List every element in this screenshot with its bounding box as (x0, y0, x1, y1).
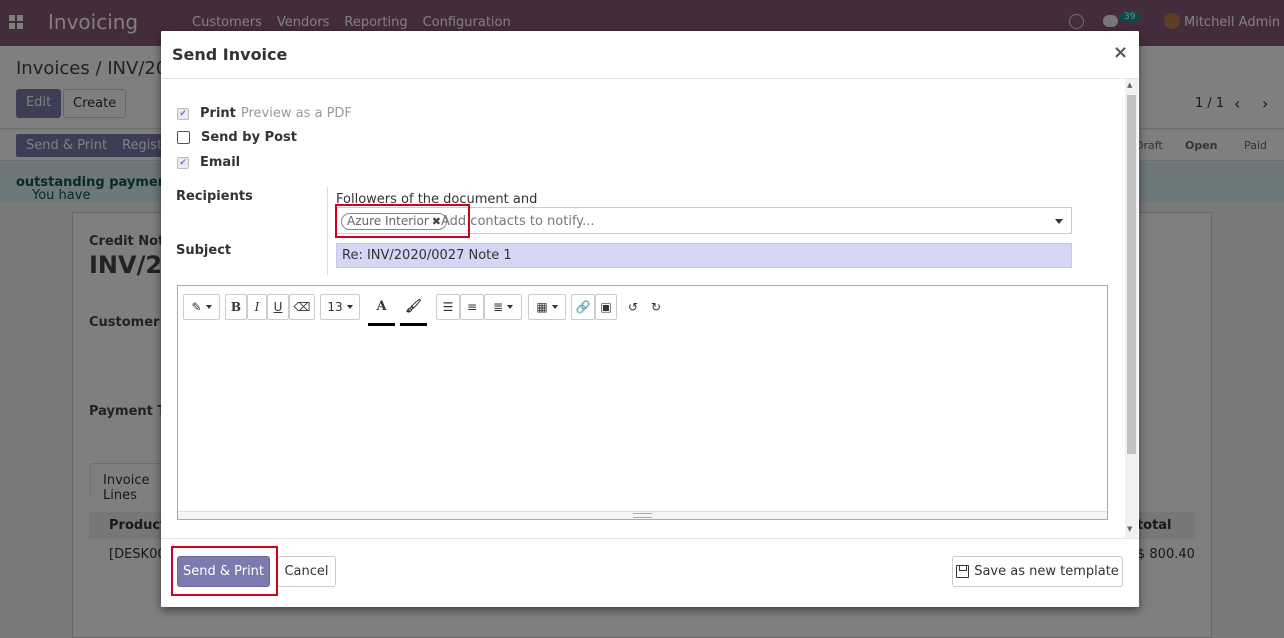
send-by-post-label: Send by Post (201, 130, 297, 145)
redo-icon: ↻ (650, 300, 662, 314)
print-help: Preview as a PDF (240, 106, 352, 121)
underline-button[interactable]: U (267, 294, 289, 320)
table-dropdown[interactable]: ▦ (528, 294, 566, 320)
dialog-body: ✔ Print Preview as a PDF Send by Post ✔ … (161, 79, 1139, 538)
align-left-icon: ≣ (492, 300, 504, 314)
print-option: ✔ Print Preview as a PDF (177, 106, 352, 121)
font-size-value: 13 (327, 300, 343, 314)
bold-button[interactable]: B (225, 294, 247, 320)
field-separator (327, 187, 328, 275)
scroll-up-icon[interactable]: ▲ (1127, 81, 1132, 89)
send-invoice-dialog: Send Invoice × ✔ Print Preview as a PDF … (161, 31, 1139, 607)
italic-icon: I (254, 300, 260, 314)
link-icon: 🔗 (575, 300, 591, 314)
recipients-label: Recipients (176, 189, 253, 204)
image-button[interactable]: ▣ (595, 294, 617, 320)
text-color-button[interactable]: A (368, 290, 395, 326)
recipient-tag-label: Azure Interior (347, 214, 429, 228)
email-option: ✔ Email (177, 155, 240, 170)
cancel-button[interactable]: Cancel (277, 556, 336, 587)
followers-text: Followers of the document and (336, 192, 538, 207)
unordered-list-icon: ☰ (442, 300, 454, 314)
link-button[interactable]: 🔗 (571, 294, 595, 320)
highlight-color-button[interactable]: 🖌 (400, 290, 427, 326)
undo-icon: ↺ (627, 300, 639, 314)
save-template-button[interactable]: Save as new template (952, 556, 1123, 587)
chevron-down-icon[interactable] (1055, 219, 1063, 224)
undo-button[interactable]: ↺ (622, 294, 644, 320)
email-label: Email (200, 155, 241, 170)
eraser-icon: ⌫ (293, 300, 311, 314)
paint-brush-icon: 🖌 (405, 299, 422, 314)
editor-toolbar: ✎ B I U ⌫ 13 A 🖌 ☰ ≡ ≣ ▦ 🔗 ▣ ↺ ↻ (178, 286, 1107, 326)
align-dropdown[interactable]: ≣ (484, 294, 522, 320)
print-label: Print (200, 106, 236, 121)
eraser-button[interactable]: ⌫ (289, 294, 315, 320)
editor-resize-handle[interactable] (178, 511, 1107, 519)
email-checkbox[interactable]: ✔ (177, 156, 189, 169)
bullet-list-button[interactable]: ☰ (436, 294, 460, 320)
floppy-disk-icon (956, 565, 970, 578)
underline-icon: U (273, 300, 283, 314)
send-by-post-option: Send by Post (177, 130, 297, 145)
table-icon: ▦ (536, 300, 548, 314)
text-color-icon: A (376, 299, 387, 314)
bold-icon: B (230, 300, 242, 314)
dialog-footer: Send & Print Cancel Save as new template (161, 538, 1139, 607)
remove-tag-icon[interactable]: ✖ (432, 214, 441, 229)
editor-content[interactable] (178, 330, 1107, 510)
style-dropdown[interactable]: ✎ (183, 294, 220, 320)
font-size-dropdown[interactable]: 13 (320, 294, 360, 320)
dialog-header: Send Invoice × (161, 31, 1139, 79)
subject-input[interactable] (336, 243, 1072, 268)
dialog-scrollbar-thumb[interactable] (1127, 95, 1136, 454)
redo-button[interactable]: ↻ (645, 294, 667, 320)
body-editor: ✎ B I U ⌫ 13 A 🖌 ☰ ≡ ≣ ▦ 🔗 ▣ ↺ ↻ (177, 285, 1108, 520)
close-icon[interactable]: × (1113, 42, 1128, 63)
italic-button[interactable]: I (247, 294, 267, 320)
print-checkbox[interactable]: ✔ (177, 107, 189, 120)
magic-wand-icon: ✎ (191, 300, 202, 314)
save-template-label: Save as new template (974, 564, 1119, 579)
recipients-field[interactable]: Azure Interior ✖ (335, 207, 1072, 234)
send-by-post-checkbox[interactable] (177, 131, 190, 144)
ordered-list-icon: ≡ (466, 300, 478, 314)
recipient-tag[interactable]: Azure Interior ✖ (341, 213, 447, 230)
numbered-list-button[interactable]: ≡ (460, 294, 484, 320)
contacts-input[interactable] (441, 212, 1031, 230)
image-icon: ▣ (600, 300, 612, 314)
scroll-down-icon[interactable]: ▼ (1127, 525, 1132, 533)
dialog-title: Send Invoice (172, 45, 288, 64)
send-print-button[interactable]: Send & Print (177, 556, 270, 587)
subject-label: Subject (176, 243, 232, 258)
